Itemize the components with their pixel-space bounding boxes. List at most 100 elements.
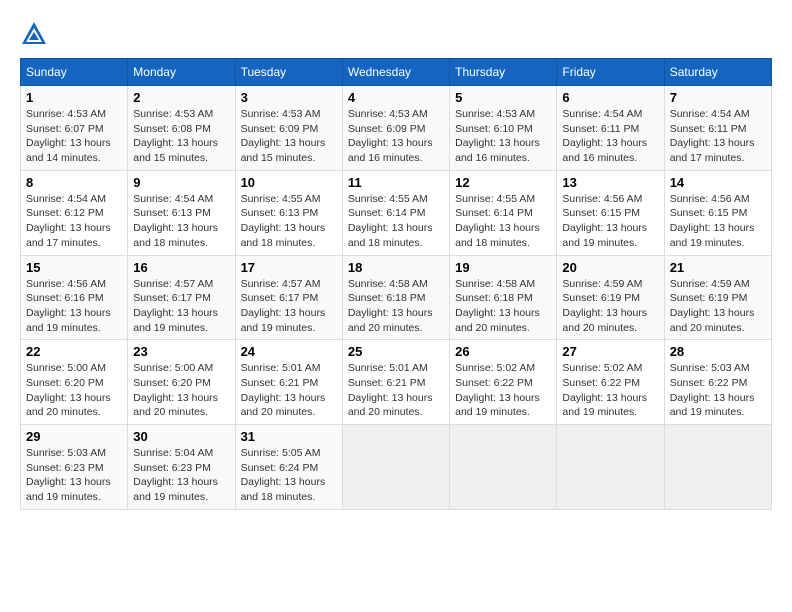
day-info: Sunrise: 4:59 AMSunset: 6:19 PMDaylight:… [670,277,766,336]
calendar-cell: 15 Sunrise: 4:56 AMSunset: 6:16 PMDayligh… [21,255,128,340]
calendar-cell: 12 Sunrise: 4:55 AMSunset: 6:14 PMDayligh… [450,170,557,255]
day-info: Sunrise: 5:01 AMSunset: 6:21 PMDaylight:… [241,361,337,420]
calendar-cell: 14 Sunrise: 4:56 AMSunset: 6:15 PMDayligh… [664,170,771,255]
day-number: 18 [348,260,444,275]
day-number: 11 [348,175,444,190]
day-info: Sunrise: 4:54 AMSunset: 6:11 PMDaylight:… [562,107,658,166]
day-number: 1 [26,90,122,105]
logo-icon [20,20,48,48]
page-header [20,20,772,48]
day-number: 26 [455,344,551,359]
calendar-week-3: 15 Sunrise: 4:56 AMSunset: 6:16 PMDayligh… [21,255,772,340]
day-number: 23 [133,344,229,359]
calendar-cell: 29 Sunrise: 5:03 AMSunset: 6:23 PMDayligh… [21,425,128,510]
col-header-wednesday: Wednesday [342,59,449,86]
calendar-cell: 18 Sunrise: 4:58 AMSunset: 6:18 PMDayligh… [342,255,449,340]
day-info: Sunrise: 4:53 AMSunset: 6:09 PMDaylight:… [348,107,444,166]
calendar-cell [450,425,557,510]
day-number: 31 [241,429,337,444]
calendar-cell: 20 Sunrise: 4:59 AMSunset: 6:19 PMDayligh… [557,255,664,340]
calendar-cell: 21 Sunrise: 4:59 AMSunset: 6:19 PMDayligh… [664,255,771,340]
calendar-cell: 19Sunrise: 4:58 AMSunset: 6:18 PMDayligh… [450,255,557,340]
day-number: 29 [26,429,122,444]
day-info: Sunrise: 5:03 AMSunset: 6:23 PMDaylight:… [26,446,122,505]
calendar-cell: 6 Sunrise: 4:54 AMSunset: 6:11 PMDaylight… [557,86,664,171]
day-info: Sunrise: 4:56 AMSunset: 6:15 PMDaylight:… [670,192,766,251]
day-info: Sunrise: 4:54 AMSunset: 6:11 PMDaylight:… [670,107,766,166]
col-header-tuesday: Tuesday [235,59,342,86]
day-number: 6 [562,90,658,105]
calendar-week-4: 22 Sunrise: 5:00 AMSunset: 6:20 PMDayligh… [21,340,772,425]
calendar-cell: 11 Sunrise: 4:55 AMSunset: 6:14 PMDayligh… [342,170,449,255]
day-number: 8 [26,175,122,190]
day-number: 14 [670,175,766,190]
day-number: 12 [455,175,551,190]
day-info: Sunrise: 4:54 AMSunset: 6:13 PMDaylight:… [133,192,229,251]
day-number: 17 [241,260,337,275]
day-info: Sunrise: 4:53 AMSunset: 6:07 PMDaylight:… [26,107,122,166]
col-header-friday: Friday [557,59,664,86]
day-info: Sunrise: 5:00 AMSunset: 6:20 PMDaylight:… [26,361,122,420]
calendar-cell: 31 Sunrise: 5:05 AMSunset: 6:24 PMDayligh… [235,425,342,510]
calendar-cell [342,425,449,510]
day-number: 21 [670,260,766,275]
day-number: 13 [562,175,658,190]
day-info: Sunrise: 5:02 AMSunset: 6:22 PMDaylight:… [455,361,551,420]
day-info: Sunrise: 5:01 AMSunset: 6:21 PMDaylight:… [348,361,444,420]
day-info: Sunrise: 4:55 AMSunset: 6:13 PMDaylight:… [241,192,337,251]
calendar-cell: 2 Sunrise: 4:53 AMSunset: 6:08 PMDaylight… [128,86,235,171]
day-number: 20 [562,260,658,275]
day-info: Sunrise: 4:55 AMSunset: 6:14 PMDaylight:… [348,192,444,251]
calendar-week-5: 29 Sunrise: 5:03 AMSunset: 6:23 PMDayligh… [21,425,772,510]
day-info: Sunrise: 4:57 AMSunset: 6:17 PMDaylight:… [241,277,337,336]
calendar-cell: 7 Sunrise: 4:54 AMSunset: 6:11 PMDaylight… [664,86,771,171]
day-number: 2 [133,90,229,105]
day-number: 30 [133,429,229,444]
day-info: Sunrise: 4:53 AMSunset: 6:10 PMDaylight:… [455,107,551,166]
day-number: 10 [241,175,337,190]
day-number: 7 [670,90,766,105]
calendar-week-2: 8 Sunrise: 4:54 AMSunset: 6:12 PMDaylight… [21,170,772,255]
day-info: Sunrise: 4:59 AMSunset: 6:19 PMDaylight:… [562,277,658,336]
col-header-thursday: Thursday [450,59,557,86]
day-number: 15 [26,260,122,275]
calendar-cell: 8 Sunrise: 4:54 AMSunset: 6:12 PMDaylight… [21,170,128,255]
day-info: Sunrise: 4:53 AMSunset: 6:09 PMDaylight:… [241,107,337,166]
day-info: Sunrise: 5:02 AMSunset: 6:22 PMDaylight:… [562,361,658,420]
day-number: 24 [241,344,337,359]
day-number: 27 [562,344,658,359]
day-info: Sunrise: 4:54 AMSunset: 6:12 PMDaylight:… [26,192,122,251]
day-info: Sunrise: 4:58 AMSunset: 6:18 PMDaylight:… [455,277,551,336]
calendar-cell: 10 Sunrise: 4:55 AMSunset: 6:13 PMDayligh… [235,170,342,255]
calendar-cell: 28Sunrise: 5:03 AMSunset: 6:22 PMDayligh… [664,340,771,425]
calendar-cell: 9Sunrise: 4:54 AMSunset: 6:13 PMDaylight… [128,170,235,255]
calendar-cell: 24 Sunrise: 5:01 AMSunset: 6:21 PMDayligh… [235,340,342,425]
day-number: 4 [348,90,444,105]
day-info: Sunrise: 4:56 AMSunset: 6:15 PMDaylight:… [562,192,658,251]
calendar-cell: 22 Sunrise: 5:00 AMSunset: 6:20 PMDayligh… [21,340,128,425]
day-info: Sunrise: 5:05 AMSunset: 6:24 PMDaylight:… [241,446,337,505]
calendar-cell [557,425,664,510]
day-number: 5 [455,90,551,105]
calendar-cell: 5 Sunrise: 4:53 AMSunset: 6:10 PMDaylight… [450,86,557,171]
day-info: Sunrise: 4:58 AMSunset: 6:18 PMDaylight:… [348,277,444,336]
calendar-cell [664,425,771,510]
calendar-cell: 16Sunrise: 4:57 AMSunset: 6:17 PMDayligh… [128,255,235,340]
day-info: Sunrise: 4:55 AMSunset: 6:14 PMDaylight:… [455,192,551,251]
col-header-sunday: Sunday [21,59,128,86]
calendar-cell: 30Sunrise: 5:04 AMSunset: 6:23 PMDayligh… [128,425,235,510]
day-info: Sunrise: 4:57 AMSunset: 6:17 PMDaylight:… [133,277,229,336]
day-number: 22 [26,344,122,359]
logo [20,20,52,48]
day-number: 25 [348,344,444,359]
calendar-cell: 17 Sunrise: 4:57 AMSunset: 6:17 PMDayligh… [235,255,342,340]
day-info: Sunrise: 5:00 AMSunset: 6:20 PMDaylight:… [133,361,229,420]
calendar-cell: 25 Sunrise: 5:01 AMSunset: 6:21 PMDayligh… [342,340,449,425]
calendar-cell: 1 Sunrise: 4:53 AMSunset: 6:07 PMDaylight… [21,86,128,171]
day-info: Sunrise: 4:56 AMSunset: 6:16 PMDaylight:… [26,277,122,336]
col-header-saturday: Saturday [664,59,771,86]
day-info: Sunrise: 4:53 AMSunset: 6:08 PMDaylight:… [133,107,229,166]
day-info: Sunrise: 5:03 AMSunset: 6:22 PMDaylight:… [670,361,766,420]
calendar-cell: 27 Sunrise: 5:02 AMSunset: 6:22 PMDayligh… [557,340,664,425]
calendar-cell: 23 Sunrise: 5:00 AMSunset: 6:20 PMDayligh… [128,340,235,425]
